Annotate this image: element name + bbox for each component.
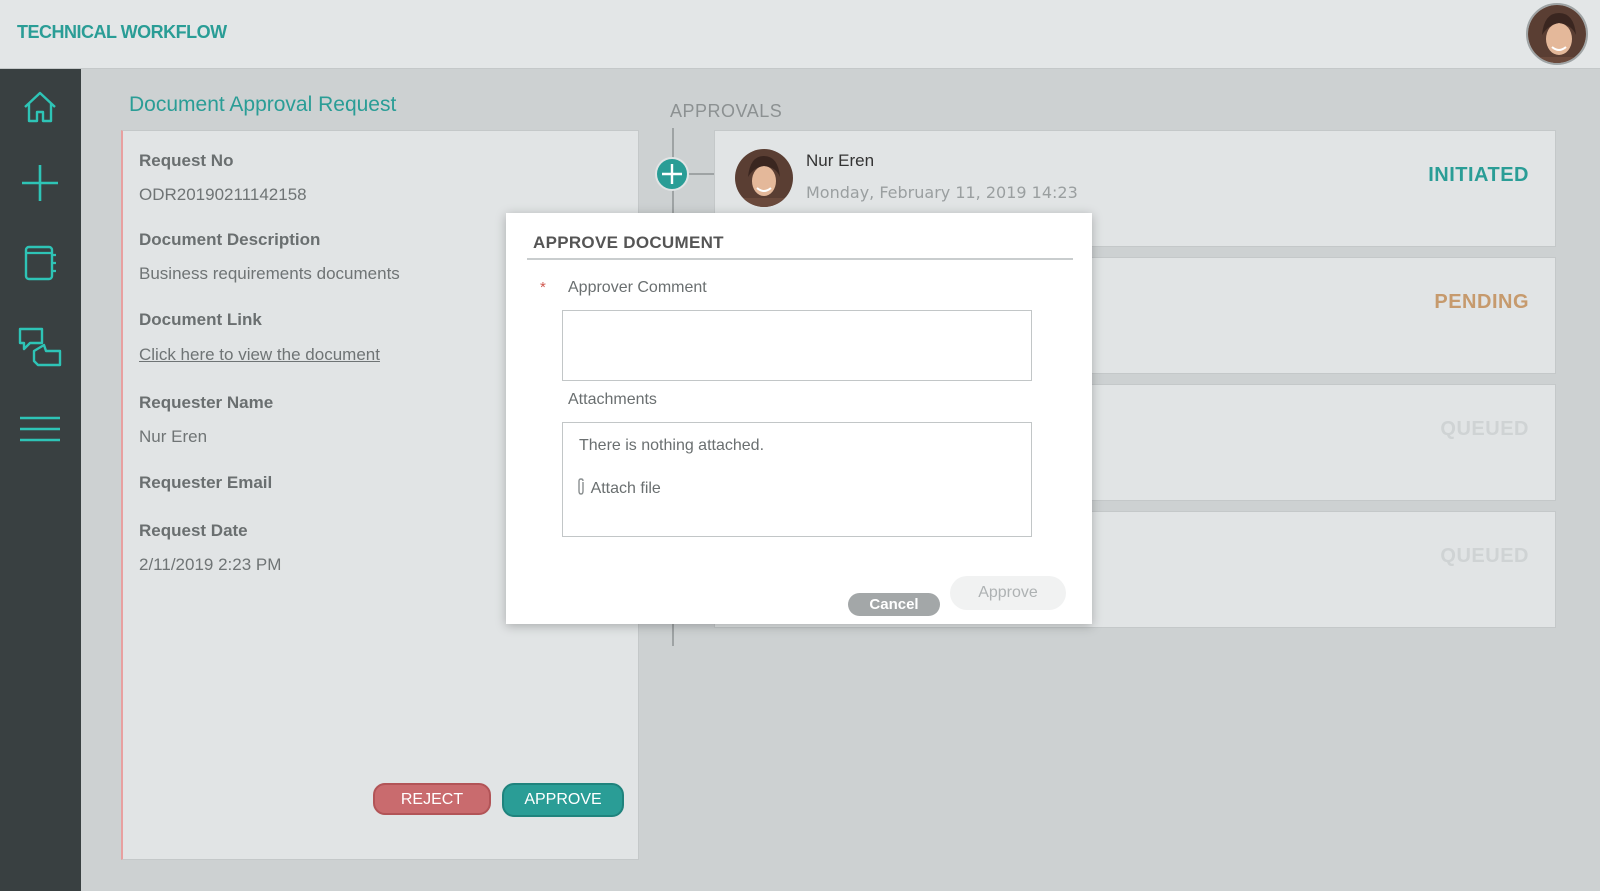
approver-name: Nur Eren xyxy=(806,151,875,170)
status-badge: QUEUED xyxy=(1440,545,1529,567)
sidebar xyxy=(0,69,81,891)
dialog-title: APPROVE DOCUMENT xyxy=(533,233,724,252)
attachments-empty-text: There is nothing attached. xyxy=(579,437,765,454)
approve-document-dialog: APPROVE DOCUMENT * Approver Comment Atta… xyxy=(506,213,1092,624)
cancel-button[interactable]: Cancel xyxy=(848,593,940,616)
attach-file-label: Attach file xyxy=(590,480,661,497)
dialog-divider xyxy=(527,258,1073,260)
approver-comment-input[interactable] xyxy=(562,310,1032,381)
app-title: TECHNICAL WORKFLOW xyxy=(17,22,227,42)
add-approver-button[interactable] xyxy=(655,157,689,191)
approvals-icon[interactable] xyxy=(16,323,64,371)
dialog-approve-button[interactable]: Approve xyxy=(950,576,1066,610)
required-marker: * xyxy=(540,279,546,296)
attachments-label: Attachments xyxy=(568,391,657,408)
notebook-icon[interactable] xyxy=(16,239,64,287)
requester-email-label: Requester Email xyxy=(139,473,273,492)
requester-name-label: Requester Name xyxy=(139,393,274,412)
approve-button[interactable]: APPROVE xyxy=(502,783,624,817)
status-badge: INITIATED xyxy=(1428,164,1529,186)
request-no-label: Request No xyxy=(139,151,234,170)
page-title: Document Approval Request xyxy=(129,93,397,116)
status-badge: QUEUED xyxy=(1440,418,1529,440)
menu-icon[interactable] xyxy=(16,405,64,453)
top-bar: TECHNICAL WORKFLOW xyxy=(0,0,1600,69)
plus-icon[interactable] xyxy=(16,159,64,207)
plus-circle-icon xyxy=(662,164,682,184)
user-avatar[interactable] xyxy=(1526,3,1588,65)
paperclip-icon xyxy=(578,478,584,495)
attachments-box: There is nothing attached. Attach file xyxy=(562,422,1032,537)
request-date-value: 2/11/2019 2:23 PM xyxy=(139,555,282,574)
status-badge: PENDING xyxy=(1434,291,1529,313)
description-value: Business requirements documents xyxy=(139,264,400,283)
attach-file-link[interactable]: Attach file xyxy=(575,478,661,498)
reject-button[interactable]: REJECT xyxy=(373,783,491,815)
approver-date: Monday, February 11, 2019 14:23 xyxy=(806,183,1078,202)
home-icon[interactable] xyxy=(16,83,64,131)
requester-name-value: Nur Eren xyxy=(139,427,208,446)
document-link[interactable]: Click here to view the document xyxy=(139,345,380,365)
description-label: Document Description xyxy=(139,230,321,249)
approver-comment-label: Approver Comment xyxy=(568,279,707,296)
approver-avatar xyxy=(735,149,793,207)
request-no-value: ODR20190211142158 xyxy=(139,185,307,204)
document-link-label: Document Link xyxy=(139,310,262,329)
request-date-label: Request Date xyxy=(139,521,248,540)
approvals-heading: APPROVALS xyxy=(670,101,783,121)
